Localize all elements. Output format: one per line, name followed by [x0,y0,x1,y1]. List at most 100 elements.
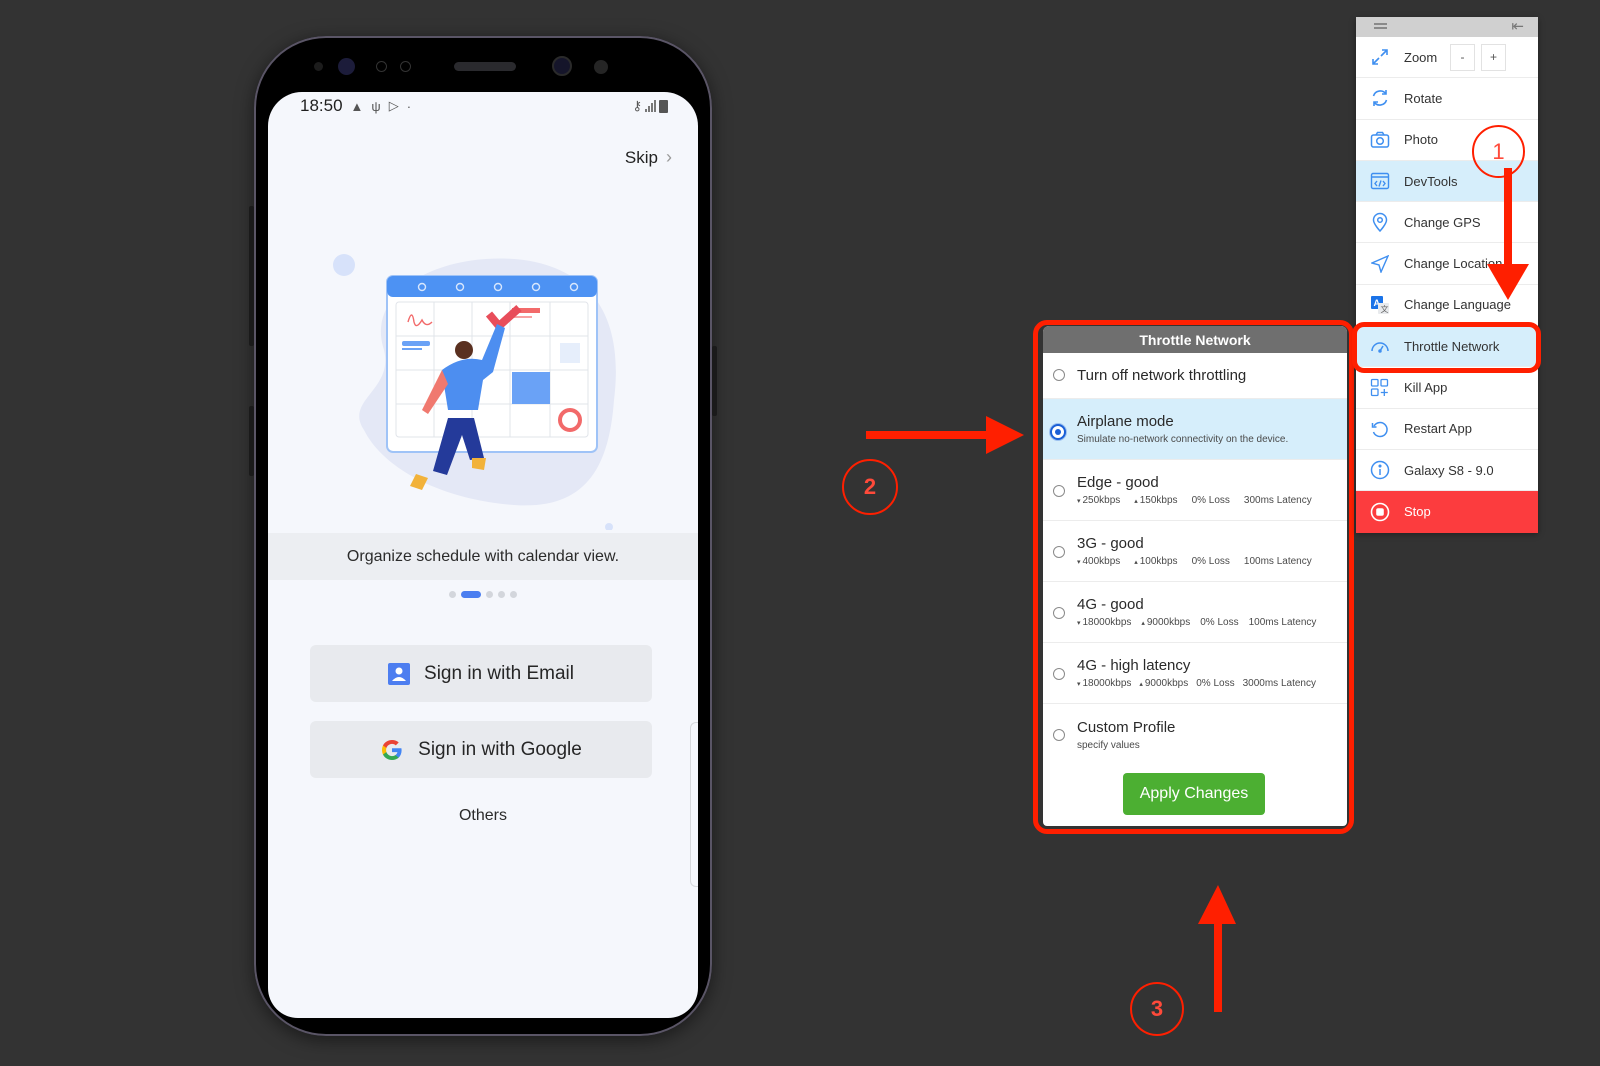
radio-button[interactable] [1053,369,1065,381]
option-stats: 18000kbps 9000kbps 0% Loss 100ms Latency [1077,617,1347,628]
page-dot[interactable] [510,591,517,598]
drag-handle-icon[interactable] [1374,23,1387,29]
status-right-icons: ⚷ [632,98,668,114]
toolbar-item-label: Stop [1404,504,1431,520]
page-dot-active[interactable] [461,591,481,598]
toolbar-item-label: Galaxy S8 - 9.0 [1404,462,1494,478]
expand-icon [1356,47,1404,67]
sign-in-email-button[interactable]: Sign in with Email [310,645,652,702]
toolbar-item-restart-app[interactable]: Restart App [1356,409,1538,450]
stop-icon [1356,502,1404,522]
toolbar-item-rotate[interactable]: Rotate [1356,78,1538,120]
upload-speed: 9000kbps [1141,617,1190,628]
skip-button[interactable]: Skip › [625,147,672,168]
toolbar-item-label: Photo [1404,132,1438,148]
toolbar-item-device-info[interactable]: Galaxy S8 - 9.0 [1356,450,1538,492]
option-description: specify values [1077,739,1140,751]
latency: 300ms Latency [1243,495,1312,506]
contact-icon [388,662,411,685]
apply-changes-button[interactable]: Apply Changes [1123,773,1265,815]
google-logo-icon [382,739,402,760]
toolbar-item-label: Change GPS [1404,214,1481,230]
option-airplane-mode[interactable]: Airplane mode Simulate no-network connec… [1043,399,1347,460]
radio-button[interactable] [1053,668,1065,680]
front-camera-icon [552,56,572,76]
toolbar-item-label: Change Location [1404,256,1503,272]
location-pin-icon [1356,212,1404,233]
toolbar-item-zoom: Zoom - + [1356,37,1538,79]
translate-icon: A文 [1356,295,1404,315]
apps-grid-icon [1356,378,1404,398]
toolbar-item-label: Kill App [1404,380,1448,396]
toolbar-item-kill-app[interactable]: Kill App [1356,367,1538,409]
iris-camera-icon [594,60,608,74]
collapse-icon[interactable]: ⇤ [1511,17,1524,37]
annotation-step-1: 1 [1472,125,1525,178]
option-custom-profile[interactable]: Custom Profile specify values [1043,704,1347,765]
arrow-step3-up [1198,885,1236,1012]
option-3g-good[interactable]: 3G - good 400kbps 100kbps 0% Loss 100ms … [1043,521,1347,582]
toolbar-item-stop[interactable]: Stop [1356,491,1538,533]
upload-speed: 150kbps [1134,495,1178,506]
annotation-step-3: 3 [1130,982,1184,1036]
bixby-button [249,406,254,476]
zoom-in-button[interactable]: + [1481,43,1506,71]
sign-in-email-label: Sign in with Email [424,662,574,684]
radio-button[interactable] [1053,485,1065,497]
earpiece-speaker [454,62,516,71]
toolbar-header: ⇤ [1356,17,1538,37]
download-speed: 18000kbps [1077,617,1131,628]
option-4g-good[interactable]: 4G - good 18000kbps 9000kbps 0% Loss 100… [1043,582,1347,643]
option-edge-good[interactable]: Edge - good 250kbps 150kbps 0% Loss 300m… [1043,460,1347,521]
page-dot[interactable] [498,591,505,598]
devtools-icon [1356,172,1404,190]
download-speed: 400kbps [1077,556,1120,567]
svg-text:文: 文 [1381,304,1389,314]
navigation-arrow-icon [1356,254,1404,273]
proximity-sensor-icon [376,61,387,72]
phone-device-frame: 18:50 ▲ ψ ▷ · ⚷ Skip › Organize schedule… [249,36,717,1036]
sign-in-google-button[interactable]: Sign in with Google [310,721,652,778]
dot-icon: · [406,98,412,114]
toolbar-item-change-gps[interactable]: Change GPS [1356,202,1538,244]
option-stats: 18000kbps 9000kbps 0% Loss 3000ms Latenc… [1077,678,1347,689]
page-indicator [268,591,698,598]
toolbar-item-change-language[interactable]: A文 Change Language [1356,285,1538,327]
throttle-network-panel: Throttle Network Turn off network thrott… [1043,326,1347,826]
restart-icon [1356,419,1404,439]
latency: 100ms Latency [1243,556,1312,567]
toolbar-item-label: Change Language [1404,297,1511,313]
option-title: Custom Profile [1077,718,1176,736]
scroll-edge-indicator [690,722,698,887]
radio-button[interactable] [1053,546,1065,558]
page-dot[interactable] [486,591,493,598]
others-link[interactable]: Others [268,807,698,825]
option-title: 4G - good [1077,596,1144,613]
calendar-illustration [333,254,616,530]
radio-button[interactable] [1053,607,1065,619]
throttle-network-highlight [1352,322,1541,373]
packet-loss: 0% Loss [1191,495,1230,506]
option-stats: 250kbps 150kbps 0% Loss 300ms Latency [1077,495,1347,506]
option-turn-off-throttling[interactable]: Turn off network throttling [1043,353,1347,399]
zoom-out-button[interactable]: - [1450,43,1475,71]
power-button [712,346,717,416]
radio-button[interactable] [1053,729,1065,741]
arrow-step2-right [866,416,1024,454]
warning-icon: ▲ [350,98,364,114]
packet-loss: 0% Loss [1196,678,1235,689]
play-store-icon: ▷ [388,98,399,113]
toolbar-item-label: Rotate [1404,90,1443,106]
usb-icon: ψ [371,98,381,114]
option-stats: 400kbps 100kbps 0% Loss 100ms Latency [1077,556,1347,567]
option-4g-high-latency[interactable]: 4G - high latency 18000kbps 9000kbps 0% … [1043,643,1347,704]
sign-in-google-label: Sign in with Google [418,738,582,760]
upload-speed: 9000kbps [1139,678,1188,689]
status-bar: 18:50 ▲ ψ ▷ · ⚷ [268,92,698,120]
packet-loss: 0% Loss [1200,617,1239,628]
volume-button [249,206,254,346]
page-dot[interactable] [449,591,456,598]
toolbar-item-change-location[interactable]: Change Location [1356,243,1538,285]
upload-speed: 100kbps [1134,556,1178,567]
radio-button-selected[interactable] [1050,424,1066,440]
